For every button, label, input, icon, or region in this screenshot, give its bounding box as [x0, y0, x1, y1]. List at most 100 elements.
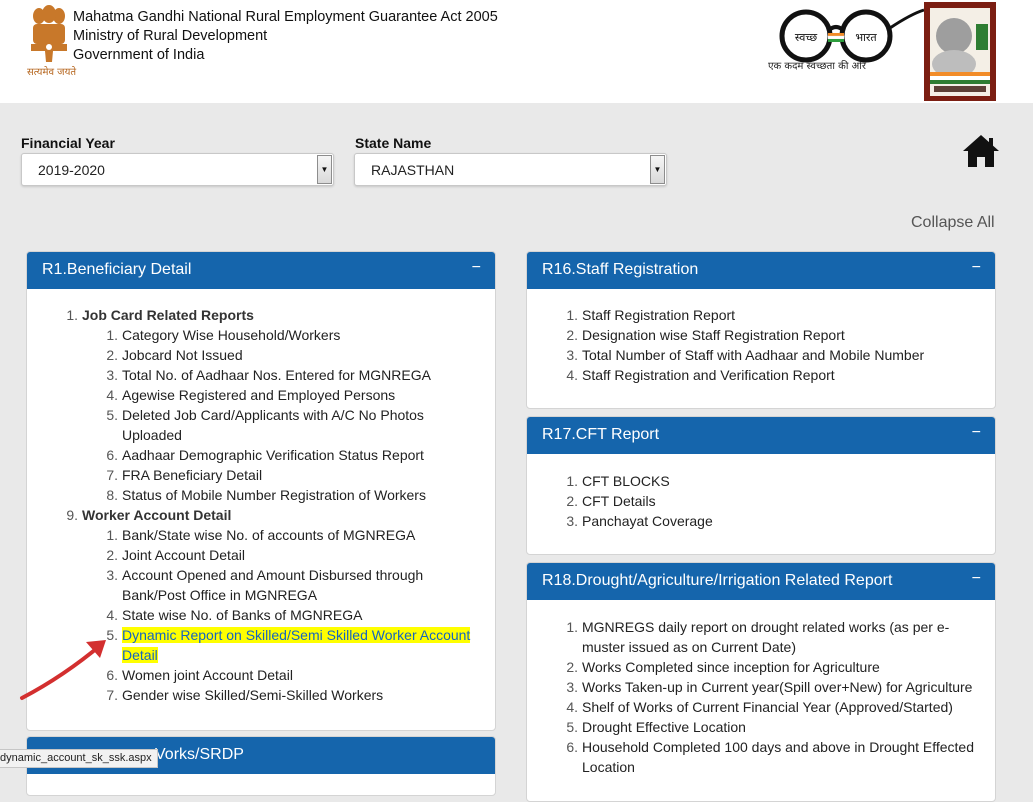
report-link-label[interactable]: Shelf of Works of Current Financial Year…: [582, 699, 953, 715]
report-link-label[interactable]: Designation wise Staff Registration Repo…: [582, 327, 845, 343]
list-item: 1. Job Card Related Reports: [66, 307, 254, 323]
report-link[interactable]: 2. Jobcard Not Issued: [27, 345, 495, 365]
report-link-label[interactable]: Staff Registration Report: [582, 307, 735, 323]
swachh-tagline: एक कदम स्वच्छता की ओर: [768, 61, 866, 72]
report-link[interactable]: 1. Staff Registration Report: [527, 305, 995, 325]
panel-r16-header[interactable]: R16.Staff Registration −: [527, 252, 995, 289]
minus-icon[interactable]: −: [972, 424, 981, 442]
report-link[interactable]: 4. State wise No. of Banks of MGNREGA: [27, 605, 495, 625]
list-number: 2.: [566, 493, 578, 509]
report-link-label[interactable]: Agewise Registered and Employed Persons: [122, 387, 395, 403]
state-name-select[interactable]: RAJASTHAN ▼: [354, 153, 667, 186]
report-link[interactable]: 5. Deleted Job Card/Applicants with A/C N…: [27, 405, 495, 445]
report-link[interactable]: 2. Works Completed since inception for Ag…: [527, 657, 995, 677]
report-link-label[interactable]: FRA Beneficiary Detail: [122, 467, 262, 483]
panel-r18-header[interactable]: R18.Drought/Agriculture/Irrigation Relat…: [527, 563, 995, 600]
panel-r2-title: Vorks/SRDP: [155, 746, 244, 763]
list-number: 1.: [566, 307, 578, 323]
list-number: 6.: [106, 447, 118, 463]
report-link[interactable]: 3. Total No. of Aadhaar Nos. Entered for …: [27, 365, 495, 385]
report-link-label[interactable]: Total Number of Staff with Aadhaar and M…: [582, 347, 924, 363]
report-link-label[interactable]: Aadhaar Demographic Verification Status …: [122, 447, 424, 463]
dropdown-arrow-icon[interactable]: ▼: [317, 155, 332, 184]
report-link-label[interactable]: Staff Registration and Verification Repo…: [582, 367, 835, 383]
minus-icon[interactable]: −: [472, 259, 481, 277]
panel-r16-title: R16.Staff Registration: [542, 261, 699, 278]
list-number: 1.: [566, 619, 578, 635]
title-ministry: Ministry of Rural Development: [73, 28, 268, 44]
panel-r1-title: R1.Beneficiary Detail: [42, 261, 192, 278]
dropdown-arrow-icon[interactable]: ▼: [650, 155, 665, 184]
report-link-label[interactable]: MGNREGS daily report on drought related …: [582, 619, 949, 655]
report-link[interactable]: 7. FRA Beneficiary Detail: [27, 465, 495, 485]
report-link[interactable]: 3. Account Opened and Amount Disbursed th…: [27, 565, 495, 605]
panel-r17-title: R17.CFT Report: [542, 426, 660, 443]
title-act: Mahatma Gandhi National Rural Employment…: [73, 9, 498, 25]
report-link[interactable]: 8. Status of Mobile Number Registration o…: [27, 485, 495, 505]
financial-year-value: 2019-2020: [38, 162, 105, 178]
report-link-label[interactable]: Joint Account Detail: [122, 547, 245, 563]
report-link[interactable]: 6. Aadhaar Demographic Verification Statu…: [27, 445, 495, 465]
site-header: सत्यमेव जयते Mahatma Gandhi National Rur…: [0, 0, 1033, 103]
list-number: 7.: [106, 467, 118, 483]
report-link[interactable]: 6. Household Completed 100 days and above…: [527, 737, 995, 777]
title-government: Government of India: [73, 47, 205, 63]
report-link-label[interactable]: Dynamic Report on Skilled/Semi Skilled W…: [122, 627, 471, 663]
report-link[interactable]: 1. Bank/State wise No. of accounts of MGN…: [27, 525, 495, 545]
category-worker-account: Worker Account Detail: [82, 507, 232, 523]
list-number: 1.: [566, 473, 578, 489]
emblem-motto: सत्यमेव जयते: [27, 67, 77, 78]
panel-r17-cft-report: R17.CFT Report − 1. CFT BLOCKS 2. CFT Detai…: [526, 416, 996, 555]
report-link-label[interactable]: Status of Mobile Number Registration of …: [122, 487, 426, 503]
cft-report-list: 1. CFT BLOCKS 2. CFT Details 3. Panchayat Cov…: [527, 471, 995, 531]
report-link-label[interactable]: Gender wise Skilled/Semi-Skilled Workers: [122, 687, 383, 703]
report-link-label[interactable]: Bank/State wise No. of accounts of MGNRE…: [122, 527, 415, 543]
report-link-label[interactable]: State wise No. of Banks of MGNREGA: [122, 607, 362, 623]
list-number: 4.: [106, 607, 118, 623]
report-link-label[interactable]: Works Taken-up in Current year(Spill ove…: [582, 679, 972, 695]
report-link-label[interactable]: Household Completed 100 days and above i…: [582, 739, 974, 775]
report-link[interactable]: 1. MGNREGS daily report on drought relate…: [527, 617, 995, 657]
report-link-label[interactable]: Panchayat Coverage: [582, 513, 713, 529]
panel-r1-header[interactable]: R1.Beneficiary Detail −: [27, 252, 495, 289]
report-link-label[interactable]: Drought Effective Location: [582, 719, 746, 735]
list-number: 4.: [566, 699, 578, 715]
report-link-label[interactable]: CFT BLOCKS: [582, 473, 670, 489]
panel-r17-header[interactable]: R17.CFT Report −: [527, 417, 995, 454]
report-link-label[interactable]: Women joint Account Detail: [122, 667, 293, 683]
report-link-label[interactable]: Deleted Job Card/Applicants with A/C No …: [122, 407, 424, 443]
report-link[interactable]: 2. Designation wise Staff Registration Re…: [527, 325, 995, 345]
report-link[interactable]: 2. CFT Details: [527, 491, 995, 511]
report-link[interactable]: 2. Joint Account Detail: [27, 545, 495, 565]
home-icon[interactable]: [962, 134, 1000, 168]
report-link-label[interactable]: Total No. of Aadhaar Nos. Entered for MG…: [122, 367, 431, 383]
report-link[interactable]: 4. Shelf of Works of Current Financial Ye…: [527, 697, 995, 717]
report-link[interactable]: 1. Category Wise Household/Workers: [27, 325, 495, 345]
report-link-label[interactable]: Category Wise Household/Workers: [122, 327, 340, 343]
report-link-label[interactable]: Works Completed since inception for Agri…: [582, 659, 880, 675]
minus-icon[interactable]: −: [972, 570, 981, 588]
list-number: 6.: [566, 739, 578, 755]
state-name-value: RAJASTHAN: [371, 162, 455, 178]
report-link-label[interactable]: CFT Details: [582, 493, 656, 509]
list-number: 3.: [566, 513, 578, 529]
report-link[interactable]: 4. Staff Registration and Verification Re…: [527, 365, 995, 385]
financial-year-select[interactable]: 2019-2020 ▼: [21, 153, 334, 186]
list-number: 1.: [106, 527, 118, 543]
report-link[interactable]: 3. Panchayat Coverage: [527, 511, 995, 531]
drought-report-list: 1. MGNREGS daily report on drought relate…: [527, 617, 995, 777]
category-job-card: Job Card Related Reports: [82, 307, 254, 323]
report-link[interactable]: 1. CFT BLOCKS: [527, 471, 995, 491]
report-link-label[interactable]: Account Opened and Amount Disbursed thro…: [122, 567, 423, 603]
report-link-label[interactable]: Jobcard Not Issued: [122, 347, 243, 363]
report-link[interactable]: 4. Agewise Registered and Employed Person…: [27, 385, 495, 405]
report-link[interactable]: 5. Drought Effective Location: [527, 717, 995, 737]
report-link[interactable]: 3. Works Taken-up in Current year(Spill o…: [527, 677, 995, 697]
nrega-logo-icon: [924, 2, 996, 101]
report-link[interactable]: 3. Total Number of Staff with Aadhaar and…: [527, 345, 995, 365]
list-number: 5.: [566, 719, 578, 735]
panel-r16-staff-registration: R16.Staff Registration − 1. Staff Registr…: [526, 251, 996, 409]
collapse-all-link[interactable]: Collapse All: [911, 214, 995, 232]
list-number: 3.: [566, 347, 578, 363]
minus-icon[interactable]: −: [972, 259, 981, 277]
